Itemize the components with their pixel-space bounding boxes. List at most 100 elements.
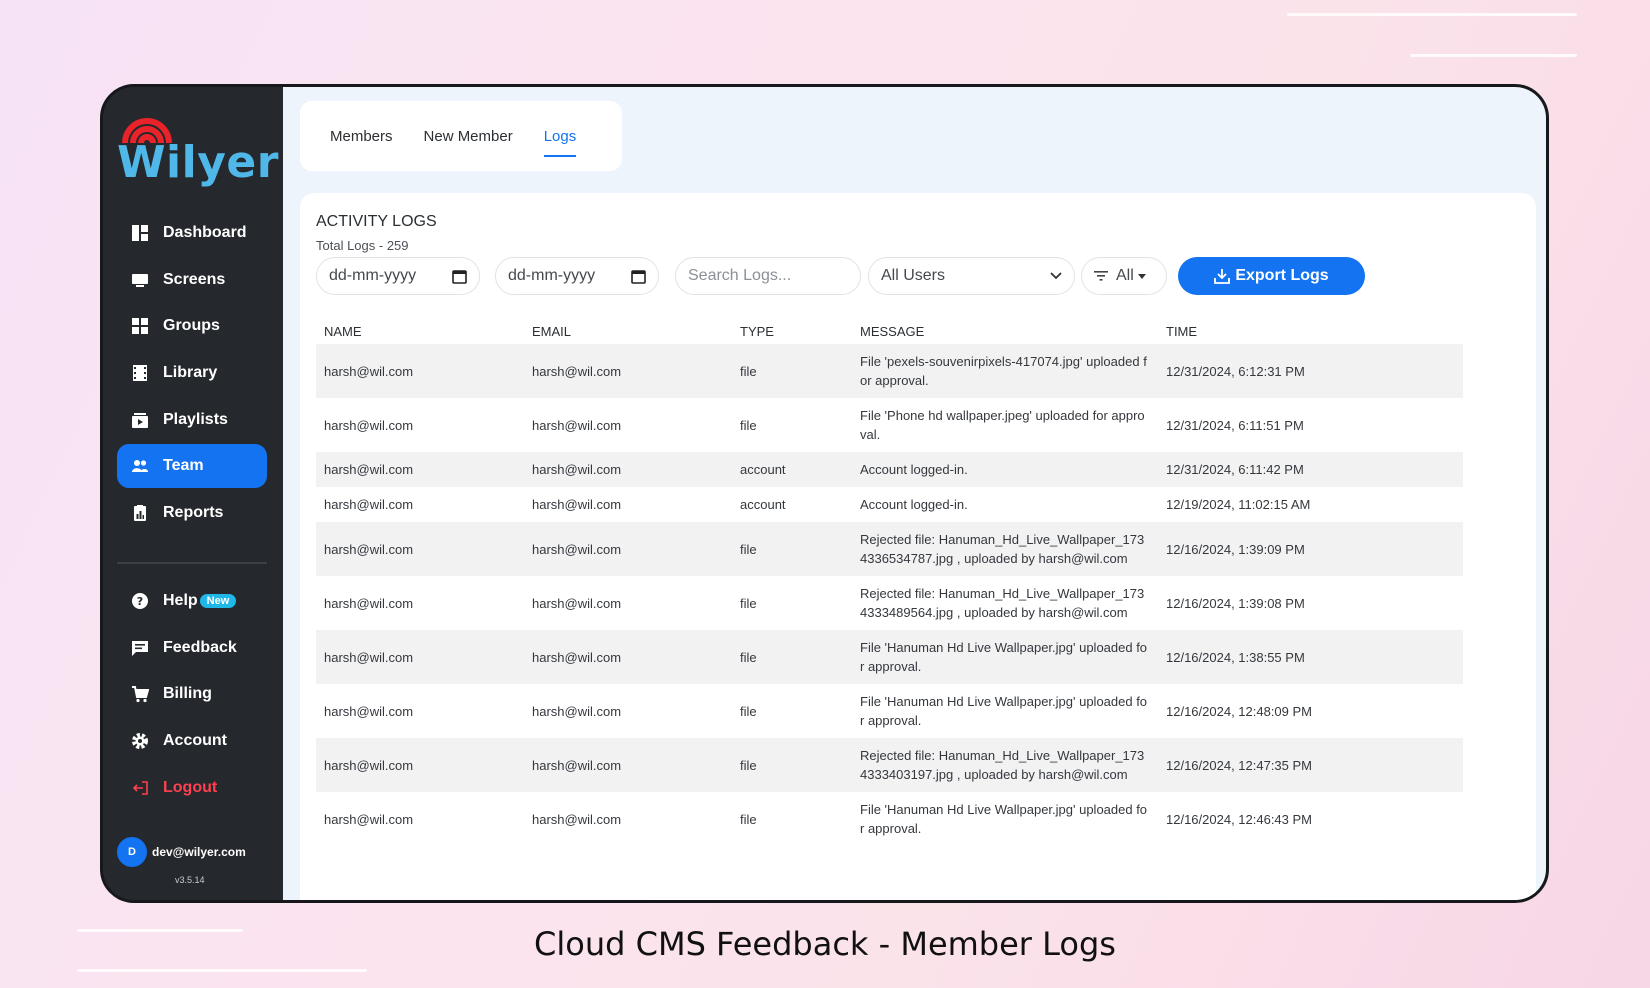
cell-message: File 'Hanuman Hd Live Wallpaper.jpg' upl…: [860, 802, 1148, 836]
search-input[interactable]: Search Logs...: [675, 257, 861, 295]
logo-wordmark: Wilyer: [117, 137, 279, 188]
sidebar-item-playlists[interactable]: Playlists: [117, 398, 267, 442]
calendar-icon: [452, 269, 467, 284]
sidebar-item-logout[interactable]: Logout: [117, 766, 267, 810]
sidebar-item-library[interactable]: Library: [117, 351, 267, 395]
dashboard-icon: [131, 224, 149, 242]
table-row[interactable]: harsh@wil.com harsh@wil.com file File 'P…: [316, 398, 1463, 452]
sidebar-item-label: Playlists: [163, 410, 228, 428]
sidebar-item-feedback[interactable]: Feedback: [117, 626, 267, 670]
cell-email: harsh@wil.com: [532, 417, 622, 433]
cell-name: harsh@wil.com: [324, 811, 414, 827]
export-logs-button[interactable]: Export Logs: [1178, 257, 1365, 295]
sidebar-item-reports[interactable]: Reports: [117, 491, 267, 535]
date-to-placeholder: dd-mm-yyyy: [508, 267, 596, 284]
monitor-icon: [131, 271, 149, 289]
cell-name: harsh@wil.com: [316, 344, 524, 398]
total-logs-count: Total Logs - 259: [316, 238, 409, 253]
table-row[interactable]: harsh@wil.com harsh@wil.com file File 'H…: [316, 630, 1463, 684]
sidebar-item-account[interactable]: Account: [117, 719, 267, 763]
cell-time: 12/16/2024, 1:38:55 PM: [1158, 630, 1463, 684]
cell-email: harsh@wil.com: [532, 703, 622, 719]
sidebar-item-label: Logout: [163, 778, 218, 796]
type-filter-dropdown[interactable]: All: [1081, 257, 1167, 295]
cell-type: account: [732, 452, 852, 487]
cell-message: File 'Hanuman Hd Live Wallpaper.jpg' upl…: [860, 694, 1148, 728]
sidebar-item-help[interactable]: ? Help New: [117, 579, 267, 623]
cell-time: 12/31/2024, 6:11:51 PM: [1166, 417, 1304, 433]
sidebar-item-dashboard[interactable]: Dashboard: [117, 211, 267, 255]
sidebar-item-label: Groups: [163, 317, 220, 335]
activity-logs-card: ACTIVITY LOGS Total Logs - 259 dd-mm-yyy…: [300, 193, 1536, 900]
user-filter-value: All Users: [881, 267, 946, 284]
cell-time: 12/19/2024, 11:02:15 AM: [1166, 497, 1311, 512]
date-from-input[interactable]: dd-mm-yyyy: [316, 257, 480, 295]
report-icon: [131, 504, 149, 522]
sidebar-item-label: Library: [163, 364, 218, 382]
sidebar-item-label: Team: [163, 457, 204, 475]
cell-type: file: [732, 630, 852, 684]
column-header-time[interactable]: TIME: [1158, 318, 1463, 344]
table-row[interactable]: harsh@wil.com harsh@wil.com file Rejecte…: [316, 576, 1463, 630]
caret-down-icon: [1137, 273, 1146, 279]
sidebar-item-label: Feedback: [163, 638, 237, 656]
user-email: dev@wilyer.com: [152, 845, 246, 859]
cell-message: File 'pexels-souvenirpixels-417074.jpg' …: [852, 344, 1158, 398]
user-filter-select[interactable]: All Users: [868, 257, 1075, 295]
table-row[interactable]: harsh@wil.com harsh@wil.com account Acco…: [316, 487, 1463, 522]
cell-type: file: [740, 703, 757, 719]
column-header-message[interactable]: MESSAGE: [852, 318, 1158, 344]
column-header-type[interactable]: TYPE: [732, 318, 852, 344]
cell-message: File 'Hanuman Hd Live Wallpaper.jpg' upl…: [852, 630, 1158, 684]
team-tabs: Members New Member Logs: [300, 101, 622, 171]
table-row[interactable]: harsh@wil.com harsh@wil.com file File 'H…: [316, 684, 1463, 738]
date-to-input[interactable]: dd-mm-yyyy: [495, 257, 659, 295]
table-row[interactable]: harsh@wil.com harsh@wil.com file File 'H…: [316, 792, 1463, 846]
export-logs-label: Export Logs: [1235, 267, 1329, 284]
cell-type: file: [740, 417, 757, 433]
svg-text:?: ?: [137, 595, 143, 608]
cell-time: 12/16/2024, 12:48:09 PM: [1166, 703, 1313, 719]
cell-type: account: [740, 497, 786, 512]
sidebar-item-label: Dashboard: [163, 224, 247, 241]
cell-message: Account logged-in.: [860, 497, 968, 512]
cell-type: file: [732, 522, 852, 576]
cell-type: file: [732, 344, 852, 398]
download-icon: [1214, 269, 1231, 284]
cell-email: harsh@wil.com: [532, 595, 622, 611]
filter-icon: [1094, 271, 1108, 281]
app-version: v3.5.14: [175, 875, 205, 885]
table-row[interactable]: harsh@wil.com harsh@wil.com file Rejecte…: [316, 522, 1463, 576]
sidebar-item-screens[interactable]: Screens: [117, 258, 267, 302]
cell-type: file: [740, 595, 757, 611]
tab-logs[interactable]: Logs: [543, 128, 576, 157]
column-header-email[interactable]: EMAIL: [524, 318, 732, 344]
sidebar-nav: Dashboard Screens Groups Library Playlis…: [117, 211, 267, 538]
cell-email: harsh@wil.com: [532, 497, 622, 512]
film-icon: [131, 364, 149, 382]
decorative-line: [1287, 13, 1577, 16]
table-row[interactable]: harsh@wil.com harsh@wil.com file Rejecte…: [316, 738, 1463, 792]
cell-type: file: [732, 738, 852, 792]
user-profile[interactable]: D dev@wilyer.com: [117, 837, 246, 867]
avatar: D: [117, 837, 147, 867]
cell-time: 12/16/2024, 1:39:08 PM: [1166, 595, 1305, 611]
cell-name: harsh@wil.com: [316, 738, 524, 792]
sidebar-item-billing[interactable]: Billing: [117, 672, 267, 716]
tab-new-member[interactable]: New Member: [424, 128, 513, 145]
table-row[interactable]: harsh@wil.com harsh@wil.com account Acco…: [316, 452, 1463, 487]
cell-email: harsh@wil.com: [532, 811, 622, 827]
cell-email: harsh@wil.com: [524, 522, 732, 576]
column-header-name[interactable]: NAME: [316, 318, 524, 344]
cart-icon: [131, 685, 149, 703]
table-row[interactable]: harsh@wil.com harsh@wil.com file File 'p…: [316, 344, 1463, 398]
cell-name: harsh@wil.com: [324, 417, 414, 433]
page-caption: Cloud CMS Feedback - Member Logs: [534, 925, 1116, 963]
logs-table: NAME EMAIL TYPE MESSAGE TIME harsh@wil.c…: [316, 318, 1463, 846]
sidebar-item-groups[interactable]: Groups: [117, 304, 267, 348]
cell-type: file: [740, 811, 757, 827]
sidebar-item-team[interactable]: Team: [117, 444, 267, 489]
sidebar-item-label: Help: [163, 592, 198, 609]
feedback-icon: [131, 639, 149, 657]
tab-members[interactable]: Members: [330, 128, 393, 145]
